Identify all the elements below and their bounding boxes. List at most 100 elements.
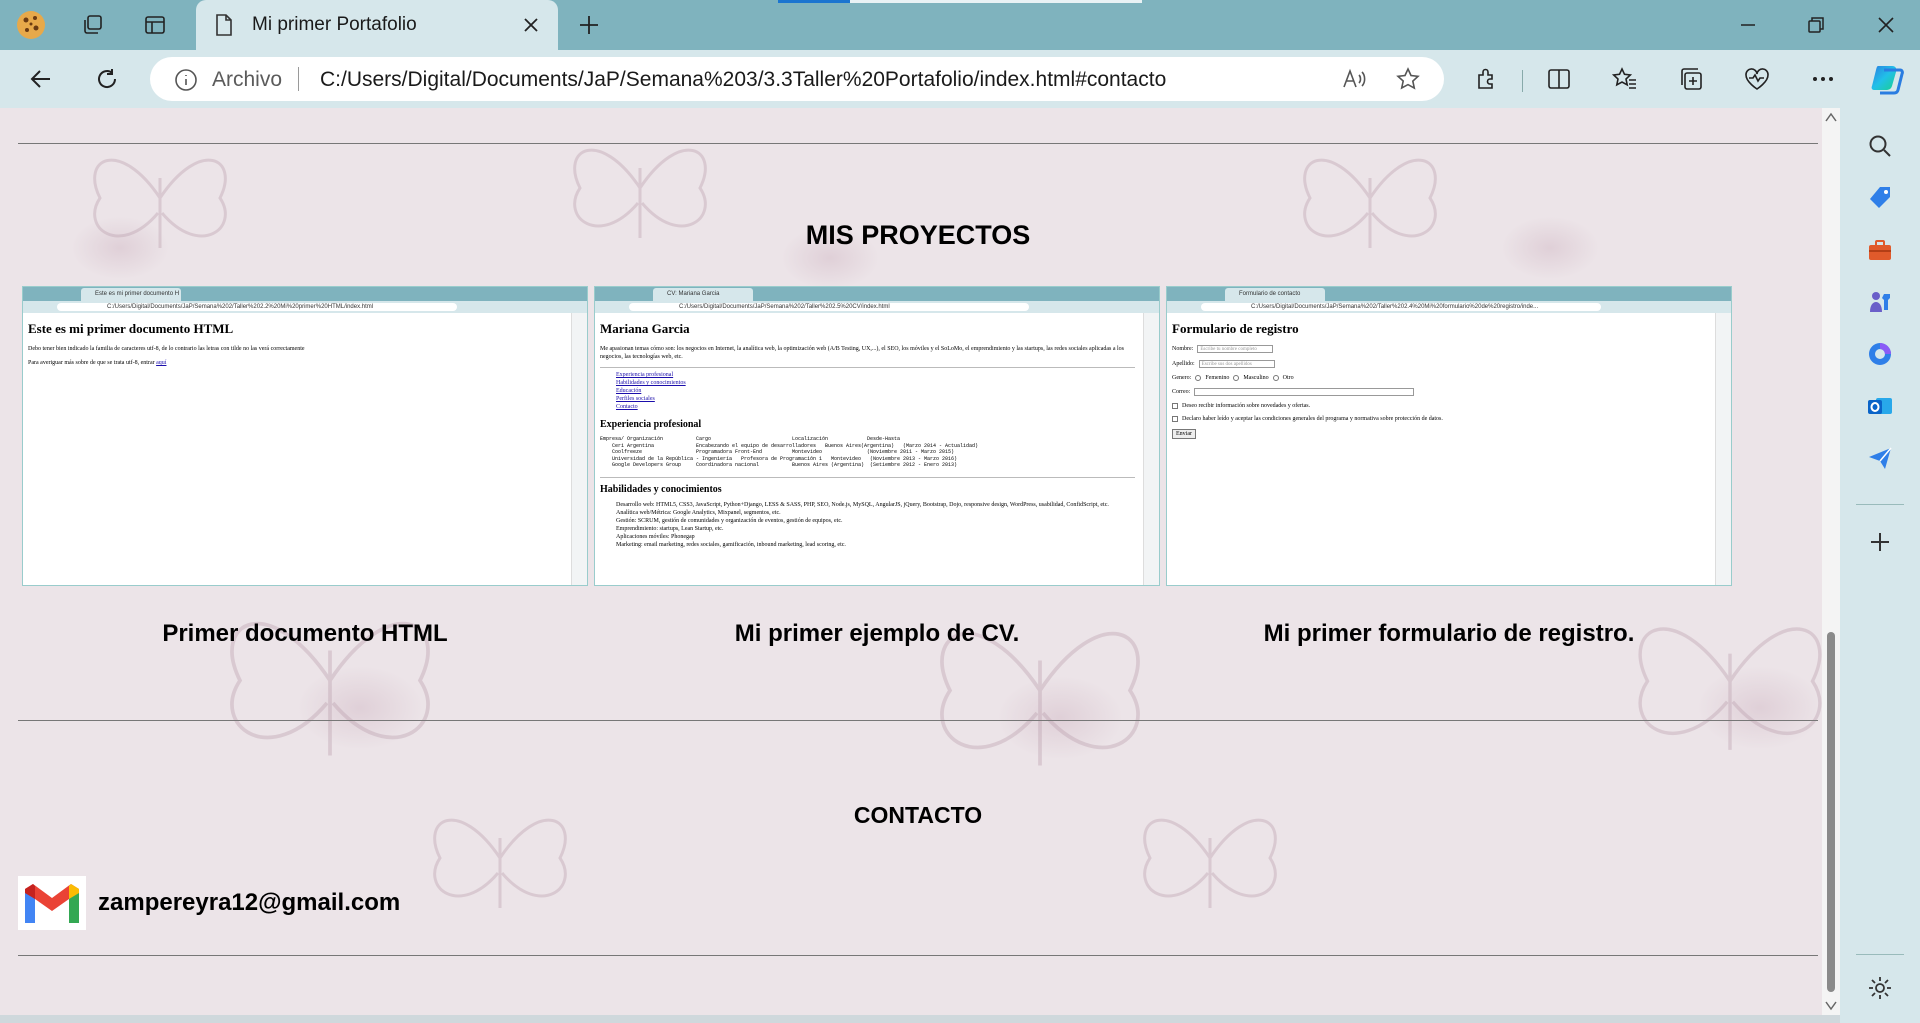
shot-sidebar <box>571 313 587 585</box>
shot-submit-button: Enviar <box>1172 429 1196 439</box>
shot-nav-link: Experiencia profesional <box>616 372 674 378</box>
back-arrow-icon[interactable] <box>24 62 58 96</box>
tab-title: Mi primer Portafolio <box>252 14 417 35</box>
shot-list-item: Marketing: email marketing, redes social… <box>616 541 846 548</box>
scroll-down-icon[interactable] <box>1825 1001 1837 1011</box>
read-aloud-icon[interactable] <box>1342 67 1368 96</box>
shot-option: Otro <box>1282 375 1294 381</box>
microsoft-365-icon[interactable] <box>1862 336 1898 372</box>
shot-radio <box>1272 375 1279 381</box>
shot-subheading: Experiencia profesional <box>600 419 702 430</box>
shot-sidebar <box>1715 313 1731 585</box>
more-options-icon[interactable] <box>1806 62 1840 96</box>
shot-input: Escribe tu nombre completo <box>1197 345 1274 353</box>
shot-list-item: Desarrollo web: HTML5, CSS3, JavaScript,… <box>616 501 1109 508</box>
shot-input <box>1194 388 1415 396</box>
email-contact[interactable]: zampereyra12@gmail.com <box>18 870 400 936</box>
security-label: Archivo <box>212 68 283 91</box>
extensions-puzzle-icon[interactable] <box>1470 62 1504 96</box>
browser-essentials-heart-icon[interactable] <box>1740 62 1774 96</box>
gmail-icon <box>18 876 86 930</box>
shot-nav-link: Perfiles sociales <box>616 396 655 402</box>
send-drop-icon[interactable] <box>1862 440 1898 476</box>
shot-option: Femenino <box>1205 375 1230 381</box>
shot-tab: CV: Mariana Garcia <box>653 288 753 301</box>
sidebar-separator <box>1856 954 1904 955</box>
shot-checkbox-label: Deseo recibir información sobre novedade… <box>1182 403 1311 409</box>
shopping-tag-icon[interactable] <box>1862 180 1898 216</box>
shot-checkbox-label: Declaro haber leído y aceptar las condic… <box>1182 416 1443 422</box>
shot-label: Correo: <box>1172 389 1191 395</box>
shot-checkbox <box>1172 403 1178 409</box>
shot-list-item: Emprendimiento: startups, Lean Startup, … <box>616 525 724 532</box>
shot-subheading: Habilidades y conocimientos <box>600 476 1135 495</box>
favorites-icon[interactable] <box>1608 62 1642 96</box>
vertical-scrollbar[interactable] <box>1822 108 1840 1015</box>
close-icon[interactable] <box>518 12 544 38</box>
title-bar: Mi primer Portafolio <box>0 0 1920 50</box>
shot-heading: Mariana Garcia <box>600 321 690 336</box>
project-screenshot-html[interactable]: Este es mi primer documento H C:/Users/D… <box>22 286 588 586</box>
contact-title: CONTACTO <box>853 802 983 828</box>
restore-icon[interactable] <box>1796 8 1836 42</box>
shot-tab: Este es mi primer documento H <box>81 288 181 301</box>
project-caption: Mi primer ejemplo de CV. <box>734 620 1020 647</box>
project-screenshot-form[interactable]: Formulario de contacto C:/Users/Digital/… <box>1166 286 1732 586</box>
edge-sidebar <box>1840 108 1920 1023</box>
shot-input: Escribe sus dos apellidos <box>1198 360 1275 368</box>
refresh-icon[interactable] <box>90 62 124 96</box>
shot-option: Masculino <box>1243 375 1269 381</box>
url-text[interactable]: C:/Users/Digital/Documents/JaP/Semana%20… <box>320 68 1166 92</box>
shot-table: Empresa/ Organización Cargo Localización… <box>600 436 979 468</box>
project-caption: Primer documento HTML <box>162 620 448 647</box>
shot-list-item: Gestión: SCRUM, gestión de comunidades y… <box>616 517 843 524</box>
document-icon <box>214 13 234 42</box>
split-screen-icon[interactable] <box>1542 62 1576 96</box>
shot-paragraph: Me apasionan temas cómo son: los negocio… <box>600 346 1125 360</box>
shot-label: Apellido: <box>1172 361 1195 367</box>
games-chess-icon[interactable] <box>1862 284 1898 320</box>
project-screenshot-cv[interactable]: CV: Mariana Garcia C:/Users/Digital/Docu… <box>594 286 1160 586</box>
shot-heading: Este es mi primer documento HTML <box>28 321 234 336</box>
tools-toolbox-icon[interactable] <box>1862 232 1898 268</box>
scroll-up-icon[interactable] <box>1825 112 1837 122</box>
shot-list-item: Aplicaciones móviles: Phonegap <box>616 533 695 540</box>
address-separator <box>298 67 299 91</box>
shot-sidebar <box>1143 313 1159 585</box>
tab-actions-icon[interactable] <box>138 8 172 42</box>
shot-heading: Formulario de registro <box>1172 321 1299 336</box>
loading-track <box>850 0 1142 3</box>
copilot-icon[interactable] <box>1868 58 1908 98</box>
shot-link: aquí <box>156 360 167 366</box>
tab-active[interactable]: Mi primer Portafolio <box>196 0 558 50</box>
page-content: MIS PROYECTOS Este es mi primer document… <box>0 108 1822 1015</box>
shot-url: C:/Users/Digital/Documents/JaP/Semana%20… <box>629 303 1029 311</box>
settings-gear-icon[interactable] <box>1862 970 1898 1006</box>
workspaces-icon[interactable] <box>76 8 110 42</box>
search-icon[interactable] <box>1862 128 1898 164</box>
profile-cookie-icon[interactable] <box>14 8 48 42</box>
collections-icon[interactable] <box>1674 62 1708 96</box>
outlook-icon[interactable] <box>1862 388 1898 424</box>
scrollbar-thumb[interactable] <box>1827 632 1835 992</box>
favorite-star-icon[interactable] <box>1396 67 1420 96</box>
close-window-icon[interactable] <box>1866 8 1906 42</box>
shot-url: C:/Users/Digital/Documents/JaP/Semana%20… <box>57 303 457 311</box>
divider <box>18 955 1818 956</box>
sidebar-separator <box>1856 504 1904 505</box>
loading-indicator <box>778 0 850 3</box>
plus-icon[interactable] <box>574 10 604 40</box>
add-plus-icon[interactable] <box>1862 524 1898 560</box>
shot-nav-link: Contacto <box>616 404 638 410</box>
email-address[interactable]: zampereyra12@gmail.com <box>98 889 400 917</box>
shot-tab: Formulario de contacto <box>1225 288 1325 301</box>
butterfly-decoration-icon <box>230 621 430 756</box>
address-bar[interactable]: Archivo C:/Users/Digital/Documents/JaP/S… <box>150 57 1444 101</box>
shot-radio <box>1233 375 1240 381</box>
shot-text: Para averiguar más sobre de que se trata… <box>28 360 155 366</box>
shot-paragraph: Para averiguar más sobre de que se trata… <box>28 359 582 367</box>
shot-nav-link: Educación <box>616 388 642 394</box>
shot-nav-link: Habilidades y conocimientos <box>616 380 686 386</box>
minimize-icon[interactable] <box>1728 8 1768 42</box>
info-icon[interactable] <box>174 68 198 97</box>
